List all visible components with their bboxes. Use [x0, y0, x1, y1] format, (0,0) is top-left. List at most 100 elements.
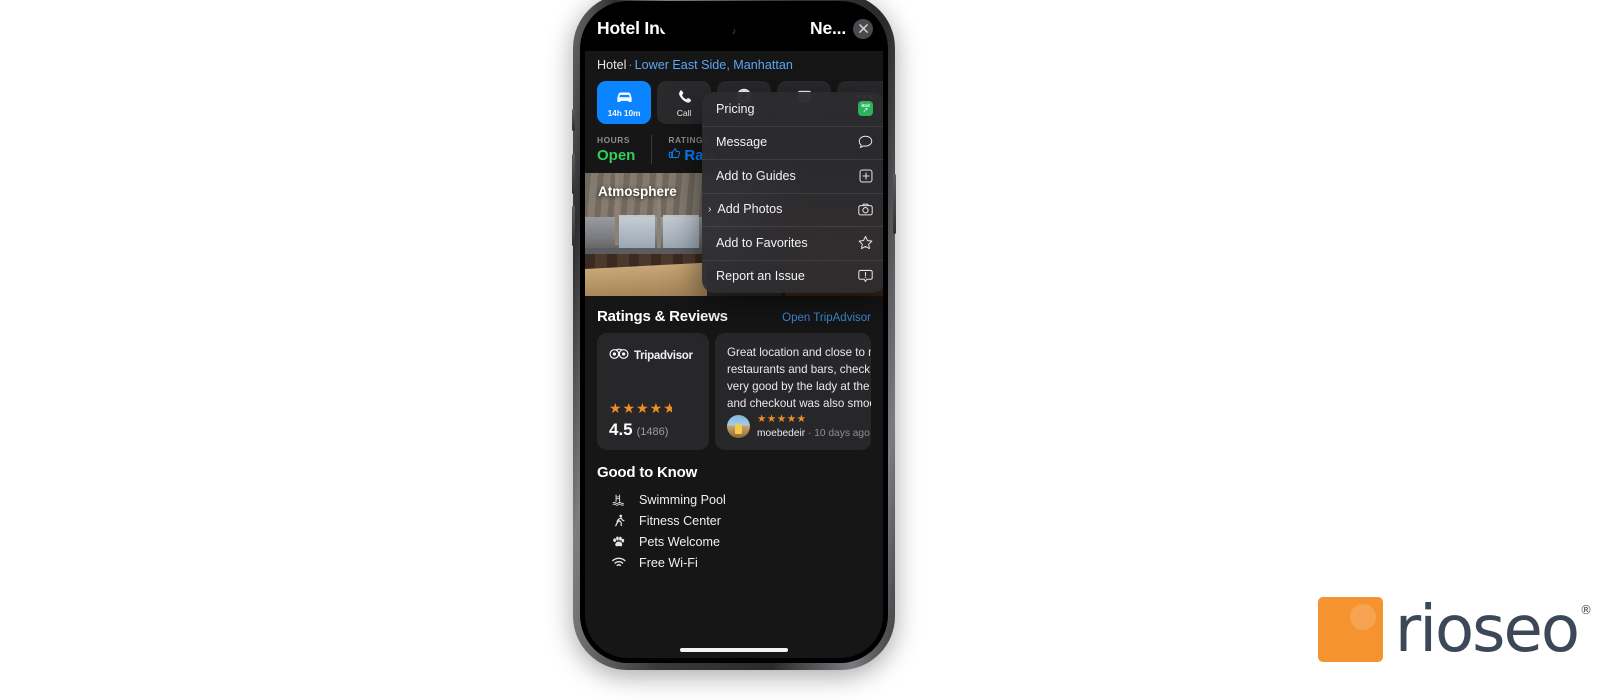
review-text-line: and checkout was also smoot — [727, 397, 871, 411]
list-item-label: Pets Welcome — [639, 534, 720, 549]
review-author: moebedeir — [757, 428, 806, 439]
hours-label: HOURS — [597, 135, 630, 145]
review-meta: ★★★★★ moebedeir · 10 days ago — [757, 413, 870, 439]
reviews-section: Ratings & Reviews Open TripAdvisor Tripa… — [585, 296, 883, 450]
tripadvisor-score-row: 4.5 (1486) — [609, 420, 697, 440]
phone-bezel: ♪ Hotel Ind. Ne... Hotel · Lower East Si… — [580, 1, 888, 663]
review-separator: · — [807, 428, 812, 439]
list-item-label: Free Wi-Fi — [639, 555, 698, 570]
volume-down-button[interactable] — [572, 206, 575, 246]
tripadvisor-score: 4.5 — [609, 420, 633, 439]
running-person-icon — [611, 514, 626, 527]
music-note-status-icon: ♪ — [731, 26, 737, 36]
plus-square-icon — [857, 169, 874, 183]
silence-switch[interactable] — [572, 109, 575, 131]
thumbs-up-icon — [668, 147, 681, 164]
nav-secondary-title: Ne... — [810, 18, 846, 38]
neighborhood-link[interactable]: Lower East Side, Manhattan — [635, 58, 793, 72]
breadcrumb: Hotel · Lower East Side, Manhattan — [585, 51, 883, 81]
directions-label: 14h 10m — [607, 107, 641, 118]
place-category: Hotel — [597, 58, 627, 72]
list-item-label: Swimming Pool — [639, 492, 726, 507]
tripadvisor-owl-icon — [609, 347, 629, 365]
tripadvisor-wordmark: Tripadvisor — [634, 350, 693, 362]
menu-item-add-to-favorites[interactable]: Add to Favorites — [702, 226, 883, 260]
tripadvisor-rating-block: ★★★★★ 4.5 (1486) — [609, 401, 697, 440]
menu-item-label: › Add Photos — [708, 202, 857, 217]
photo-window — [619, 215, 655, 251]
menu-item-message[interactable]: Message — [702, 125, 883, 160]
review-text-line: Great location and close to m — [727, 346, 871, 359]
list-item-label: Fitness Center — [639, 513, 721, 528]
photo-label: Atmosphere — [598, 184, 677, 199]
good-to-know-list: Swimming Pool Fitness Center Pets Welcom… — [597, 489, 871, 573]
rioseo-wordmark: rioseo ® — [1395, 598, 1592, 662]
good-to-know-title: Good to Know — [597, 464, 698, 481]
review-card[interactable]: Great location and close to m restaurant… — [715, 333, 871, 450]
pricing-badge: iExit ➚ — [858, 101, 873, 117]
registered-trademark-icon: ® — [1580, 602, 1592, 617]
menu-item-label: Add to Favorites — [716, 235, 808, 250]
chevron-right-icon: › — [708, 203, 712, 215]
context-menu[interactable]: Pricing iExit ➚ Message Add to Guides › … — [702, 92, 883, 293]
hours-cell[interactable]: HOURS Open — [597, 135, 651, 164]
car-icon — [615, 88, 634, 105]
review-text: Great location and close to m restaurant… — [727, 344, 871, 413]
rioseo-logo: rioseo ® — [1317, 597, 1592, 662]
list-item: Swimming Pool — [597, 489, 871, 510]
review-text-line: very good by the lady at the — [727, 380, 870, 394]
list-item: Pets Welcome — [597, 531, 871, 552]
power-button[interactable] — [893, 174, 896, 234]
call-label: Call — [676, 107, 692, 118]
menu-item-label: Add to Guides — [716, 168, 796, 183]
open-tripadvisor-link[interactable]: Open TripAdvisor — [782, 312, 871, 324]
iexit-green-badge-icon: iExit ➚ — [857, 101, 874, 117]
avatar — [727, 415, 750, 439]
menu-item-pricing[interactable]: Pricing iExit ➚ — [702, 92, 883, 126]
list-item: Free Wi-Fi — [597, 552, 871, 573]
tripadvisor-stars: ★★★★★ — [609, 401, 697, 415]
phone-screen: ♪ Hotel Ind. Ne... Hotel · Lower East Si… — [585, 6, 883, 658]
pricing-badge-arrow: ➚ — [862, 107, 869, 115]
menu-item-label: Report an Issue — [716, 269, 805, 284]
volume-up-button[interactable] — [572, 154, 575, 194]
speech-bubble-icon — [857, 135, 874, 149]
wifi-icon — [611, 557, 626, 568]
photo-table — [585, 262, 707, 296]
star-outline-icon — [857, 235, 874, 250]
menu-item-add-photos[interactable]: › Add Photos — [702, 192, 883, 227]
review-text-line: restaurants and bars, check i — [727, 363, 871, 377]
rioseo-logo-mark — [1317, 597, 1383, 662]
phone-device: ♪ Hotel Ind. Ne... Hotel · Lower East Si… — [572, 0, 896, 670]
tripadvisor-full-stars: ★★★★ — [609, 400, 664, 416]
close-icon[interactable] — [853, 18, 873, 39]
review-stars: ★★★★★ — [757, 413, 807, 426]
review-author-row: ★★★★★ moebedeir · 10 days ago — [727, 413, 870, 439]
good-to-know-section: Good to Know Swimming Pool Fitness Cente… — [585, 450, 883, 573]
nav-right-group: Ne... — [810, 18, 873, 39]
tripadvisor-brand: Tripadvisor — [609, 347, 697, 365]
menu-item-text: Add Photos — [717, 202, 783, 217]
review-byline: moebedeir · 10 days ago — [757, 428, 870, 439]
reviews-cards: Tripadvisor ★★★★★ 4.5 (1486) Great locat… — [597, 333, 871, 450]
menu-item-label: Pricing — [716, 101, 755, 116]
hours-value: Open — [597, 147, 636, 164]
menu-item-label: Message — [716, 135, 768, 150]
phone-icon — [677, 88, 692, 105]
tripadvisor-rating-card[interactable]: Tripadvisor ★★★★★ 4.5 (1486) — [597, 333, 709, 450]
home-indicator[interactable] — [680, 648, 788, 652]
menu-item-add-to-guides[interactable]: Add to Guides — [702, 159, 883, 193]
exclamation-bubble-icon — [857, 269, 874, 283]
pool-ladder-icon — [611, 493, 626, 506]
reviews-title: Ratings & Reviews — [597, 308, 728, 325]
camera-icon — [857, 203, 874, 216]
tripadvisor-review-count: (1486) — [636, 426, 669, 438]
rioseo-wordmark-text: rioseo — [1394, 592, 1580, 667]
menu-item-report-an-issue[interactable]: Report an Issue — [702, 259, 883, 294]
paw-print-icon — [611, 535, 626, 548]
review-time: 10 days ago — [814, 428, 870, 439]
tripadvisor-half-star: ★ — [663, 401, 672, 415]
list-item: Fitness Center — [597, 510, 871, 531]
breadcrumb-separator: · — [628, 58, 633, 72]
directions-button[interactable]: 14h 10m — [597, 81, 651, 124]
